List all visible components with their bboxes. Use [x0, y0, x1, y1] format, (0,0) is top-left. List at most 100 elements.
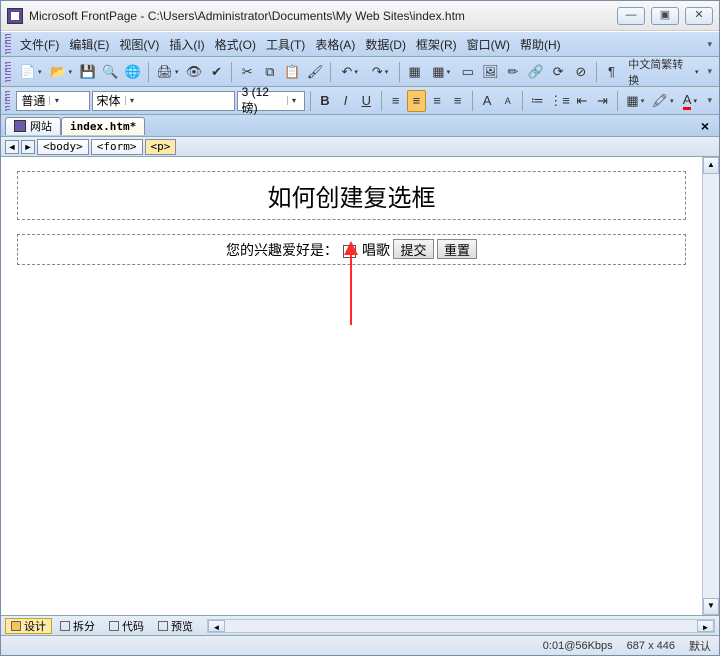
save-button[interactable]: 💾 — [77, 61, 99, 83]
close-button[interactable]: ✕ — [685, 7, 713, 25]
cut-button[interactable]: ✂ — [236, 61, 258, 83]
menu-view[interactable]: 视图(V) — [114, 33, 164, 56]
search-button[interactable]: 🔍 — [99, 61, 121, 83]
format-painter-button[interactable]: 🖌 — [304, 61, 326, 83]
window-title: Microsoft FrontPage - C:\Users\Administr… — [29, 9, 617, 23]
font-color-button[interactable]: A▾ — [677, 90, 702, 112]
tag-prev-button[interactable]: ◄ — [5, 140, 19, 154]
align-justify-button[interactable]: ≡ — [448, 90, 467, 112]
copy-button[interactable]: ⧉ — [259, 61, 281, 83]
bulleted-list-button[interactable]: ⋮≡ — [549, 90, 571, 112]
hscroll-track[interactable] — [225, 620, 697, 632]
print-button[interactable]: 🖨▾ — [153, 61, 182, 83]
style-combo[interactable]: 普通▾ — [16, 91, 89, 111]
view-code[interactable]: 代码 — [103, 618, 150, 634]
align-right-button[interactable]: ≡ — [428, 90, 447, 112]
webcomponent-button[interactable]: ▦ — [404, 61, 426, 83]
fmtbar-grip[interactable] — [5, 91, 10, 111]
reset-button[interactable]: 重置 — [437, 239, 477, 259]
form-block[interactable]: 您的兴趣爱好是： 唱歌 提交 重置 — [17, 234, 686, 265]
outdent-button[interactable]: ⇤ — [573, 90, 592, 112]
code-icon — [109, 621, 119, 631]
design-canvas[interactable]: 如何创建复选框 您的兴趣爱好是： 唱歌 提交 重置 — [1, 157, 702, 615]
vertical-scrollbar[interactable]: ▲ ▼ — [702, 157, 719, 615]
tab-website[interactable]: 网站 — [5, 117, 61, 135]
increase-font-button[interactable]: A — [478, 90, 497, 112]
fmtbar-overflow[interactable]: ▾ — [705, 95, 716, 106]
scroll-down-button[interactable]: ▼ — [703, 598, 719, 615]
fontsize-combo[interactable]: 3 (12 磅)▾ — [237, 91, 305, 111]
page-heading[interactable]: 如何创建复选框 — [24, 176, 679, 215]
menu-data[interactable]: 数据(D) — [360, 33, 411, 56]
publish-button[interactable]: 🌐 — [122, 61, 144, 83]
paste-button[interactable]: 📋 — [282, 61, 304, 83]
menu-window[interactable]: 窗口(W) — [462, 33, 515, 56]
tag-body[interactable]: <body> — [37, 139, 89, 155]
font-combo[interactable]: 宋体▾ — [92, 91, 235, 111]
scroll-right-button[interactable]: ► — [697, 620, 714, 632]
toolbar-overflow[interactable]: ▾ — [704, 66, 715, 77]
open-button[interactable]: 📂▾ — [46, 61, 75, 83]
menubar-grip[interactable] — [5, 34, 11, 54]
menu-insert[interactable]: 插入(I) — [164, 33, 209, 56]
redo-button[interactable]: ↷▾ — [365, 61, 394, 83]
scroll-track[interactable] — [703, 174, 719, 598]
spellcheck-button[interactable]: ✔ — [206, 61, 228, 83]
tab-close-button[interactable]: × — [695, 118, 715, 134]
tab-indexhtm[interactable]: index.htm* — [61, 117, 145, 135]
insert-table-button[interactable]: ▦▾ — [426, 61, 455, 83]
tag-next-button[interactable]: ► — [21, 140, 35, 154]
bold-button[interactable]: B — [316, 90, 335, 112]
horizontal-scrollbar[interactable]: ◄ ► — [207, 619, 715, 633]
menu-frame[interactable]: 框架(R) — [411, 33, 462, 56]
tag-selector-bar: ◄ ► <body> <form> <p> — [1, 137, 719, 157]
scroll-up-button[interactable]: ▲ — [703, 157, 719, 174]
align-left-button[interactable]: ≡ — [386, 90, 405, 112]
form-label[interactable]: 您的兴趣爱好是： — [226, 244, 338, 259]
split-icon — [60, 621, 70, 631]
refresh-button[interactable]: ⟳ — [547, 61, 569, 83]
heading-block[interactable]: 如何创建复选框 — [17, 171, 686, 220]
minimize-button[interactable]: — — [617, 7, 645, 25]
underline-button[interactable]: U — [357, 90, 376, 112]
checkbox-label[interactable]: 唱歌 — [362, 244, 390, 259]
view-split[interactable]: 拆分 — [54, 618, 101, 634]
scroll-left-button[interactable]: ◄ — [208, 620, 225, 632]
view-design[interactable]: 设计 — [5, 618, 52, 634]
undo-button[interactable]: ↶▾ — [335, 61, 364, 83]
drawing-button[interactable]: ✏ — [502, 61, 524, 83]
hyperlink-button[interactable]: 🔗 — [525, 61, 547, 83]
insert-picture-button[interactable]: 🖼 — [480, 61, 502, 83]
checkbox-input[interactable] — [343, 245, 356, 258]
menu-help[interactable]: 帮助(H) — [515, 33, 566, 56]
indent-button[interactable]: ⇥ — [593, 90, 612, 112]
new-button[interactable]: 📄▾ — [16, 61, 45, 83]
insert-layer-button[interactable]: ▭ — [457, 61, 479, 83]
menu-file[interactable]: 文件(F) — [15, 33, 64, 56]
numbered-list-button[interactable]: ≔ — [528, 90, 547, 112]
show-all-button[interactable]: ¶ — [601, 61, 623, 83]
stop-button[interactable]: ⊘ — [570, 61, 592, 83]
tag-p[interactable]: <p> — [145, 139, 177, 155]
decrease-font-button[interactable]: A — [498, 90, 517, 112]
view-preview[interactable]: 预览 — [152, 618, 199, 634]
standard-toolbar: 📄▾ 📂▾ 💾 🔍 🌐 🖨▾ 👁 ✔ ✂ ⧉ 📋 🖌 ↶▾ ↷▾ ▦ ▦▾ ▭ … — [1, 57, 719, 87]
menu-tools[interactable]: 工具(T) — [261, 33, 310, 56]
menu-edit[interactable]: 编辑(E) — [64, 33, 114, 56]
submit-button[interactable]: 提交 — [393, 239, 433, 259]
align-center-button[interactable]: ≡ — [407, 90, 426, 112]
maximize-button[interactable]: ▣ — [651, 7, 679, 25]
menu-table[interactable]: 表格(A) — [310, 33, 360, 56]
highlight-button[interactable]: 🖍▾ — [650, 90, 675, 112]
preview-button[interactable]: 👁 — [183, 61, 205, 83]
menubar-overflow[interactable]: ▾ — [704, 39, 715, 50]
toolbar-grip[interactable] — [5, 62, 11, 82]
borders-button[interactable]: ▦▾ — [623, 90, 648, 112]
titlebar: Microsoft FrontPage - C:\Users\Administr… — [1, 1, 719, 31]
italic-button[interactable]: I — [336, 90, 355, 112]
encoding-button[interactable]: 中文简繁转换▾ — [623, 61, 703, 83]
menu-format[interactable]: 格式(O) — [210, 33, 261, 56]
view-switcher: 设计 拆分 代码 预览 ◄ ► — [1, 615, 719, 635]
tag-form[interactable]: <form> — [91, 139, 143, 155]
app-window: Microsoft FrontPage - C:\Users\Administr… — [0, 0, 720, 656]
